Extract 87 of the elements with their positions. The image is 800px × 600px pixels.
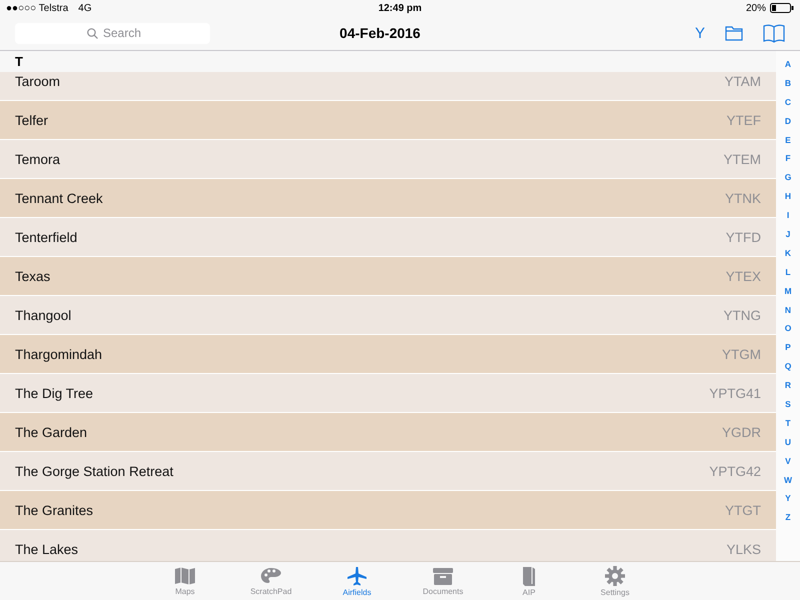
settings-icon bbox=[605, 566, 625, 586]
airfield-name: Temora bbox=[15, 152, 60, 166]
book-icon[interactable] bbox=[763, 24, 785, 42]
airfield-row[interactable]: Tenterfield YTFD bbox=[0, 218, 776, 257]
index-letter[interactable]: D bbox=[784, 112, 792, 131]
tab-item[interactable]: Settings bbox=[572, 562, 658, 600]
battery-icon bbox=[770, 3, 794, 13]
airfield-name: Tenterfield bbox=[15, 230, 78, 244]
index-letter[interactable]: G bbox=[784, 168, 792, 188]
airfield-row[interactable]: The Gorge Station Retreat YPTG42 bbox=[0, 452, 776, 491]
index-letter[interactable]: O bbox=[784, 319, 792, 338]
airfield-name: Telfer bbox=[15, 112, 48, 128]
index-letter[interactable]: V bbox=[785, 452, 791, 471]
carrier-text: ●●○○○ Telstra bbox=[6, 2, 68, 14]
index-letter[interactable]: N bbox=[784, 300, 792, 320]
index-letter[interactable]: Q bbox=[784, 357, 792, 376]
letter-button[interactable]: Y bbox=[694, 24, 705, 42]
index-letter[interactable]: I bbox=[786, 206, 790, 226]
clock-text: 12:49 pm bbox=[378, 2, 422, 14]
book-icon bbox=[522, 566, 536, 586]
airfield-code: YTEX bbox=[726, 268, 761, 284]
index-letter[interactable]: R bbox=[784, 376, 792, 396]
airfield-name: Thangool bbox=[15, 308, 72, 322]
airfield-code: YTGT bbox=[725, 502, 761, 518]
airfield-code: YPTG41 bbox=[709, 386, 761, 400]
airfield-code: YTEM bbox=[723, 152, 761, 166]
index-letter[interactable]: E bbox=[785, 130, 791, 150]
tab-item[interactable]: Maps bbox=[142, 562, 228, 600]
index-letter[interactable]: U bbox=[784, 432, 792, 452]
folder-icon[interactable] bbox=[725, 26, 743, 40]
index-letter[interactable]: B bbox=[784, 74, 792, 93]
airfield-code: YTAM bbox=[724, 74, 761, 88]
airfield-code: YTGM bbox=[722, 346, 761, 362]
index-letter[interactable]: Y bbox=[785, 489, 791, 508]
airfield-row[interactable]: The Granites YTGT bbox=[0, 491, 776, 530]
airfield-code: YTEF bbox=[726, 112, 761, 128]
index-letter[interactable]: J bbox=[786, 225, 790, 244]
airfield-code: YTNG bbox=[723, 308, 761, 322]
airfield-name: Thargomindah bbox=[15, 346, 102, 362]
index-letter[interactable]: K bbox=[784, 244, 792, 263]
airfield-name: The Lakes bbox=[15, 542, 78, 556]
airfield-row[interactable]: Taroom YTAM bbox=[0, 72, 776, 101]
palette-icon bbox=[260, 566, 282, 584]
network-text: 4G bbox=[78, 2, 92, 14]
map-icon bbox=[174, 566, 196, 584]
index-letter[interactable]: S bbox=[785, 395, 791, 414]
tab-item[interactable]: ScratchPad bbox=[228, 562, 314, 600]
airfield-row[interactable]: Temora YTEM bbox=[0, 140, 776, 179]
index-letter[interactable]: W bbox=[784, 470, 792, 490]
airfield-row[interactable]: Telfer YTEF bbox=[0, 101, 776, 140]
airfield-row[interactable]: The Dig Tree YPTG41 bbox=[0, 374, 776, 413]
search-field[interactable]: Search bbox=[15, 22, 210, 44]
airfield-name: The Garden bbox=[15, 424, 88, 440]
archive-box-icon bbox=[433, 566, 453, 584]
airfield-code: YLKS bbox=[726, 542, 761, 556]
date-title: 04-Feb-2016 bbox=[340, 25, 420, 41]
airfield-row[interactable]: The Garden YGDR bbox=[0, 413, 776, 452]
index-letter[interactable]: F bbox=[785, 149, 791, 168]
index-letter[interactable]: L bbox=[785, 262, 791, 282]
airfield-name: Taroom bbox=[15, 74, 60, 88]
index-letter[interactable]: T bbox=[785, 414, 791, 433]
index-letter[interactable]: Z bbox=[785, 508, 791, 528]
search-icon bbox=[87, 28, 98, 38]
airfield-name: The Gorge Station Retreat bbox=[15, 464, 174, 478]
airfield-name: The Dig Tree bbox=[15, 386, 94, 400]
tab-item[interactable]: Airfields bbox=[314, 562, 400, 600]
airfield-name: Tennant Creek bbox=[15, 190, 103, 206]
index-letter[interactable]: P bbox=[785, 338, 791, 358]
index-letter[interactable]: C bbox=[784, 92, 792, 112]
airfield-name: The Granites bbox=[15, 502, 94, 518]
index-letter[interactable]: H bbox=[784, 187, 792, 206]
airfield-row[interactable]: Texas YTEX bbox=[0, 257, 776, 296]
tab-item[interactable]: Documents bbox=[400, 562, 486, 600]
tab-item[interactable]: AIP bbox=[486, 562, 572, 600]
airfield-code: YPTG42 bbox=[709, 464, 761, 478]
airfield-row[interactable]: Tennant Creek YTNK bbox=[0, 179, 776, 218]
battery-percent: 20% bbox=[746, 2, 766, 14]
airfield-code: YTFD bbox=[726, 230, 761, 244]
airfield-row[interactable]: Thargomindah YTGM bbox=[0, 335, 776, 374]
index-letter[interactable]: A bbox=[784, 55, 792, 74]
airfield-code: YGDR bbox=[722, 424, 761, 440]
index-letter[interactable]: M bbox=[784, 282, 792, 301]
airplane-icon bbox=[347, 566, 367, 586]
airfield-code: YTNK bbox=[724, 190, 761, 206]
airfield-row[interactable]: Thangool YTNG bbox=[0, 296, 776, 335]
airfield-name: Texas bbox=[15, 268, 50, 284]
airfield-row[interactable]: The Lakes YLKS bbox=[0, 530, 776, 561]
